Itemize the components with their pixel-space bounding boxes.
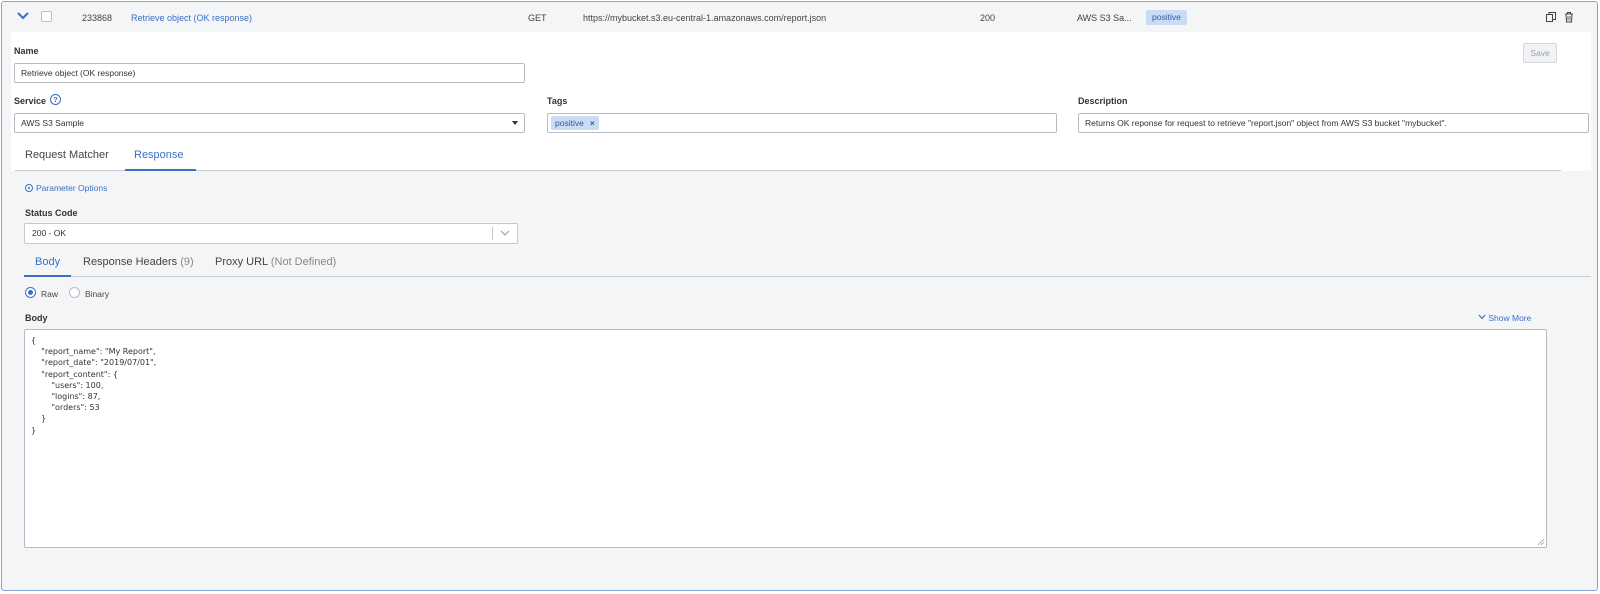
response-subtabs: Body Response Headers (9) Proxy URL (Not…	[24, 252, 1591, 277]
info-icon	[25, 184, 33, 192]
mock-detail-panel: Name Retrieve object (OK response) Save …	[11, 32, 1591, 582]
radio-binary-label: Binary	[85, 289, 110, 299]
row-tag-badge: positive	[1146, 10, 1187, 25]
service-label: Service	[14, 96, 47, 106]
chevron-down-icon[interactable]	[16, 10, 30, 22]
tag-chip-label: positive	[555, 118, 584, 128]
row-status: 200	[980, 13, 996, 23]
save-button[interactable]: Save	[1523, 43, 1557, 63]
status-code-value: 200 - OK	[32, 228, 67, 238]
show-more-link[interactable]: Show More	[1478, 313, 1531, 323]
chevron-down-icon	[1478, 314, 1486, 320]
close-icon[interactable]: ×	[590, 118, 595, 128]
tags-input[interactable]: positive ×	[547, 113, 1057, 133]
select-divider	[492, 227, 493, 240]
service-select-value: AWS S3 Sample	[21, 118, 84, 128]
tags-label: Tags	[547, 96, 568, 106]
response-panel: Parameter Options Status Code 200 - OK B…	[11, 171, 1591, 582]
description-input[interactable]: Returns OK reponse for request to retrie…	[1078, 113, 1589, 133]
help-icon[interactable]: ?	[50, 94, 61, 105]
description-label: Description	[1078, 96, 1128, 106]
proxy-state: (Not Defined)	[270, 256, 337, 268]
mock-summary-row[interactable]: 233868 Retrieve object (OK response) GET…	[2, 2, 1597, 32]
copy-icon[interactable]	[1545, 11, 1557, 23]
main-tabs: Request Matcher Response	[15, 143, 1561, 171]
tab-response[interactable]: Response	[134, 149, 184, 161]
radio-binary[interactable]	[69, 287, 80, 298]
caret-down-icon	[512, 121, 518, 125]
resize-handle-icon[interactable]	[1537, 538, 1545, 546]
mock-row-container: 233868 Retrieve object (OK response) GET…	[1, 1, 1598, 591]
body-textarea[interactable]: { "report_name": "My Report", "report_da…	[24, 329, 1547, 548]
status-code-select[interactable]: 200 - OK	[24, 223, 518, 244]
tab-response-headers-label: Response Headers	[83, 256, 178, 268]
row-select-checkbox[interactable]	[41, 11, 52, 22]
chevron-down-icon	[500, 230, 510, 236]
tag-chip-positive: positive ×	[551, 116, 599, 130]
row-url: https://mybucket.s3.eu-central-1.amazona…	[583, 13, 827, 23]
trash-icon[interactable]	[1563, 11, 1575, 23]
name-label: Name	[14, 46, 39, 56]
headers-count: (9)	[180, 256, 194, 268]
tab-proxy-url[interactable]: Proxy URL (Not Defined)	[215, 256, 336, 268]
tab-proxy-url-label: Proxy URL	[215, 256, 268, 268]
parameter-options-label: Parameter Options	[36, 183, 108, 193]
parameter-options-link[interactable]: Parameter Options	[25, 183, 107, 193]
tab-body[interactable]: Body	[35, 256, 60, 268]
name-input[interactable]: Retrieve object (OK response)	[14, 63, 525, 83]
service-select[interactable]: AWS S3 Sample	[14, 113, 525, 133]
tab-request-matcher[interactable]: Request Matcher	[25, 149, 109, 161]
body-content: { "report_name": "My Report", "report_da…	[31, 336, 157, 435]
show-more-label: Show More	[1488, 313, 1532, 323]
active-subtab-indicator	[24, 275, 71, 277]
row-service: AWS S3 Sa...	[1077, 13, 1132, 23]
row-name-link[interactable]: Retrieve object (OK response)	[131, 13, 252, 23]
row-id: 233868	[82, 13, 113, 23]
status-code-label: Status Code	[25, 208, 78, 218]
radio-raw-label: Raw	[41, 289, 59, 299]
radio-raw[interactable]	[25, 287, 36, 298]
row-method: GET	[528, 13, 547, 23]
body-label: Body	[25, 313, 48, 323]
tab-response-headers[interactable]: Response Headers (9)	[83, 256, 194, 268]
